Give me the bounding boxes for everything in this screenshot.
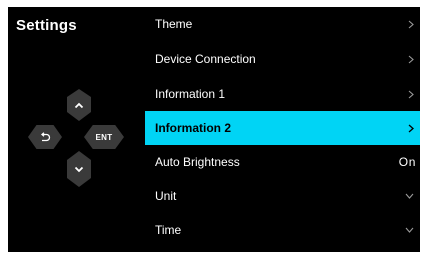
chevron-right-icon bbox=[408, 7, 414, 41]
menu-item-label: Time bbox=[155, 223, 182, 237]
dpad: ENT bbox=[28, 89, 132, 187]
dpad-back-button[interactable] bbox=[28, 125, 62, 149]
menu-item-label: Theme bbox=[155, 17, 193, 31]
settings-screen: Settings ENT Theme Device Connection Inf… bbox=[8, 7, 420, 252]
menu-item-unit[interactable]: Unit bbox=[145, 179, 420, 213]
dpad-enter-button[interactable]: ENT bbox=[84, 125, 124, 149]
menu-item-device-connection[interactable]: Device Connection bbox=[145, 42, 420, 76]
back-arrow-icon bbox=[40, 131, 51, 141]
dpad-down-button[interactable] bbox=[67, 151, 91, 187]
enter-label: ENT bbox=[95, 132, 113, 142]
chevron-right-icon bbox=[408, 77, 414, 111]
chevron-right-icon bbox=[408, 42, 414, 76]
menu-item-label: Auto Brightness bbox=[155, 155, 240, 169]
page-title: Settings bbox=[16, 17, 77, 34]
menu-item-information-1[interactable]: Information 1 bbox=[145, 77, 420, 111]
menu-item-time[interactable]: Time bbox=[145, 213, 420, 247]
chevron-down-icon bbox=[405, 213, 414, 247]
auto-brightness-value: On bbox=[398, 155, 416, 169]
menu-item-label: Information 1 bbox=[155, 87, 226, 101]
menu-item-information-2[interactable]: Information 2 bbox=[145, 111, 420, 145]
menu-item-auto-brightness[interactable]: Auto Brightness On bbox=[145, 145, 420, 179]
chevron-right-icon bbox=[408, 111, 414, 145]
chevron-down-icon bbox=[405, 179, 414, 213]
chevron-down-icon bbox=[74, 166, 84, 172]
menu-item-theme[interactable]: Theme bbox=[145, 7, 420, 41]
chevron-up-icon bbox=[74, 102, 84, 108]
menu-item-label: Device Connection bbox=[155, 52, 256, 66]
menu-item-label: Unit bbox=[155, 189, 177, 203]
dpad-up-button[interactable] bbox=[67, 89, 91, 121]
menu-item-label: Information 2 bbox=[155, 121, 232, 135]
